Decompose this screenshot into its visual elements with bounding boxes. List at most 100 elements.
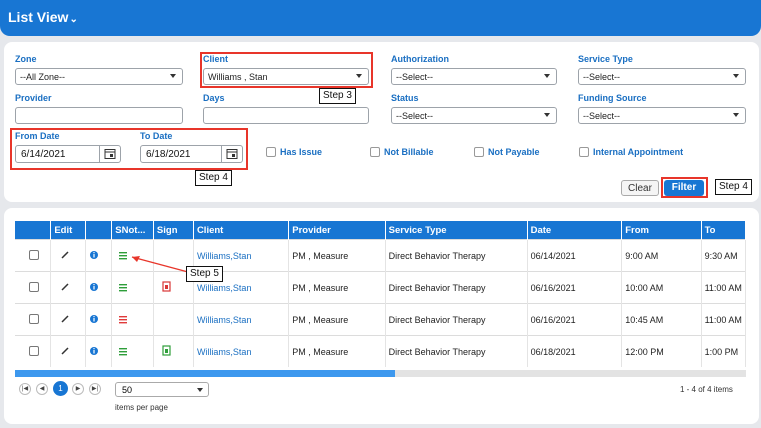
column-header-provider[interactable]: Provider — [288, 221, 386, 240]
internal-appointment-checkbox[interactable] — [579, 147, 589, 157]
client-highlight-box — [200, 52, 373, 88]
horizontal-scrollbar[interactable] — [15, 370, 746, 377]
session-note-icon[interactable] — [115, 346, 131, 356]
to-cell: 9:30 AM — [701, 239, 747, 272]
provider-cell: PM , Measure — [288, 271, 386, 304]
chevron-down-icon — [544, 113, 550, 117]
provider-input[interactable] — [15, 107, 183, 124]
service-type-value: --Select-- — [583, 72, 621, 82]
client-cell[interactable]: Williams,Stan — [193, 335, 290, 367]
step-5-callout: Step 5 — [186, 266, 223, 282]
has-issue-checkbox[interactable] — [266, 147, 276, 157]
info-icon[interactable] — [89, 346, 103, 356]
page-1-button[interactable]: 1 — [53, 381, 68, 396]
row-checkbox[interactable] — [29, 281, 39, 292]
column-header-select — [15, 221, 52, 240]
session-note-icon[interactable] — [115, 282, 131, 292]
pencil-icon[interactable] — [54, 346, 74, 356]
session-note-cell[interactable] — [111, 303, 154, 336]
table-header-row: Edit SNot... Sign Client Provider Servic… — [15, 221, 747, 240]
provider-cell: PM , Measure — [288, 303, 386, 336]
pencil-icon[interactable] — [54, 250, 74, 260]
row-checkbox[interactable] — [29, 249, 39, 260]
authorization-value: --Select-- — [396, 72, 434, 82]
chevron-down-icon — [544, 74, 550, 78]
date-cell: 06/16/2021 — [527, 303, 623, 336]
edit-cell[interactable] — [50, 335, 86, 367]
authorization-select[interactable]: --Select-- — [391, 68, 557, 85]
authorization-label: Authorization — [391, 54, 449, 64]
column-header-service-type[interactable]: Service Type — [385, 221, 528, 240]
edit-cell[interactable] — [50, 271, 86, 304]
signature-icon[interactable] — [157, 280, 177, 293]
top-bar: List View⌄ — [0, 0, 761, 36]
edit-cell[interactable] — [50, 303, 86, 336]
clear-button[interactable]: Clear — [621, 180, 659, 196]
from-cell: 10:00 AM — [621, 271, 702, 304]
table-row[interactable]: Williams,Stan PM , Measure Direct Behavi… — [15, 335, 747, 367]
client-cell[interactable]: Williams,Stan — [193, 303, 290, 336]
appointments-table: Edit SNot... Sign Client Provider Servic… — [15, 221, 747, 367]
step-4-callout: Step 4 — [195, 170, 232, 186]
info-cell[interactable] — [85, 303, 113, 336]
session-note-icon[interactable] — [115, 314, 131, 324]
funding-source-select[interactable]: --Select-- — [578, 107, 746, 124]
from-cell: 9:00 AM — [621, 239, 702, 272]
column-header-sign[interactable]: Sign — [153, 221, 194, 240]
sign-cell[interactable] — [153, 303, 194, 336]
scrollbar-thumb[interactable] — [15, 370, 396, 377]
date-range-highlight-box — [10, 128, 248, 170]
page-size-select[interactable]: 50 — [115, 382, 209, 397]
not-payable-checkbox[interactable] — [474, 147, 484, 157]
row-checkbox-cell[interactable] — [15, 271, 52, 304]
chevron-down-icon — [170, 74, 176, 78]
zone-select[interactable]: --All Zone-- — [15, 68, 183, 85]
column-header-snotes[interactable]: SNot... — [111, 221, 154, 240]
sign-cell[interactable] — [153, 335, 194, 367]
page-title: List View — [8, 9, 69, 25]
row-checkbox-cell[interactable] — [15, 335, 52, 367]
pencil-icon[interactable] — [54, 314, 74, 324]
signature-icon[interactable] — [157, 344, 177, 357]
column-header-date[interactable]: Date — [527, 221, 623, 240]
next-page-icon[interactable]: ▶ — [72, 383, 84, 395]
previous-page-icon[interactable]: ◀ — [36, 383, 48, 395]
service-type-select[interactable]: --Select-- — [578, 68, 746, 85]
table-row[interactable]: Williams,Stan PM , Measure Direct Behavi… — [15, 303, 747, 336]
column-header-to[interactable]: To — [701, 221, 747, 240]
session-note-cell[interactable] — [111, 335, 154, 367]
step-4-filter-callout: Step 4 — [715, 179, 752, 195]
info-icon[interactable] — [89, 282, 103, 292]
column-header-edit[interactable]: Edit — [50, 221, 86, 240]
info-cell[interactable] — [85, 335, 113, 367]
service-type-cell: Direct Behavior Therapy — [385, 335, 528, 367]
to-cell: 1:00 PM — [701, 335, 747, 367]
service-type-cell: Direct Behavior Therapy — [385, 239, 528, 272]
first-page-icon[interactable]: |◀ — [19, 383, 31, 395]
edit-cell[interactable] — [50, 239, 86, 272]
chevron-down-icon — [733, 74, 739, 78]
row-checkbox-cell[interactable] — [15, 303, 52, 336]
service-type-label: Service Type — [578, 54, 633, 64]
last-page-icon[interactable]: ▶| — [89, 383, 101, 395]
list-view-menu[interactable]: List View⌄ — [8, 9, 78, 25]
column-header-client[interactable]: Client — [193, 221, 290, 240]
status-value: --Select-- — [396, 111, 434, 121]
info-cell[interactable] — [85, 271, 113, 304]
info-icon[interactable] — [89, 314, 103, 324]
provider-label: Provider — [15, 93, 52, 103]
column-header-from[interactable]: From — [621, 221, 702, 240]
info-icon[interactable] — [89, 250, 103, 260]
info-cell[interactable] — [85, 239, 113, 272]
pencil-icon[interactable] — [54, 282, 74, 292]
row-checkbox[interactable] — [29, 345, 39, 356]
date-cell: 06/14/2021 — [527, 239, 623, 272]
internal-appointment-label: Internal Appointment — [593, 147, 684, 157]
row-checkbox[interactable] — [29, 313, 39, 324]
days-input[interactable] — [203, 107, 369, 124]
status-select[interactable]: --Select-- — [391, 107, 557, 124]
status-label: Status — [391, 93, 419, 103]
not-billable-checkbox[interactable] — [370, 147, 380, 157]
row-checkbox-cell[interactable] — [15, 239, 52, 272]
provider-cell: PM , Measure — [288, 239, 386, 272]
